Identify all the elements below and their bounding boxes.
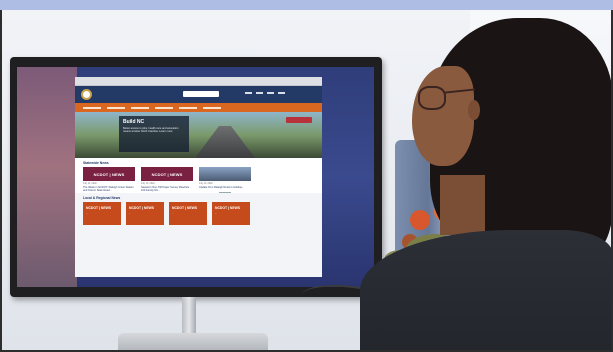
local-news-section: Local & Regional News NCDOT | NEWS... NC…: [75, 193, 322, 277]
local-news-card: NCDOT | NEWS...: [212, 202, 250, 225]
top-banner-strip: [0, 0, 613, 10]
local-news-card: NCDOT | NEWS...: [83, 202, 121, 225]
news-badge: NCDOT | NEWS: [141, 167, 193, 181]
site-search-input: [183, 91, 219, 97]
hero-text: Better access to jobs, health care and e…: [123, 127, 179, 134]
news-text: Update from Raleigh Road to Holiday...: [199, 186, 244, 189]
eyeglasses: [418, 86, 446, 110]
news-date: July 13, 2022: [141, 183, 155, 185]
local-news-card: NCDOT | NEWS...: [126, 202, 164, 225]
browser-window: Build NC Better access to jobs, health c…: [75, 77, 322, 277]
monitor-stand-neck: [182, 297, 196, 337]
desktop-wallpaper: [17, 67, 77, 287]
news-text: Season's Non-Toll Paper Survey Reaches 1…: [141, 186, 190, 193]
hero-title: Build NC: [123, 119, 145, 125]
news-photo: [199, 167, 251, 181]
news-text: The Week in NCDOT: Raleigh Union Station…: [83, 186, 134, 193]
hero-card: Build NC Better access to jobs, health c…: [119, 116, 189, 152]
site-nav-bar: [75, 103, 322, 112]
news-date: July 14, 2022: [83, 183, 97, 185]
statewide-news-title: Statewide News: [83, 161, 109, 165]
site-header: [75, 86, 322, 103]
hero-highway-image: [195, 126, 255, 158]
site-logo: [81, 89, 92, 100]
person-neck: [440, 175, 485, 235]
news-date: July 13, 2022: [199, 183, 213, 185]
news-badge: NCDOT | NEWS: [83, 167, 135, 181]
person-ear: [468, 100, 480, 120]
hero-button: [286, 117, 312, 123]
browser-toolbar: [75, 77, 322, 86]
person-face: [412, 66, 474, 166]
hero-banner: Build NC Better access to jobs, health c…: [75, 112, 322, 158]
site-header-links: [245, 92, 285, 94]
monitor-stand-base: [118, 333, 268, 352]
local-news-row: NCDOT | NEWS... NCDOT | NEWS... NCDOT | …: [75, 202, 322, 225]
local-news-card: NCDOT | NEWS...: [169, 202, 207, 225]
monitor-screen: Build NC Better access to jobs, health c…: [17, 67, 374, 287]
local-news-title: Local & Regional News: [83, 196, 121, 200]
